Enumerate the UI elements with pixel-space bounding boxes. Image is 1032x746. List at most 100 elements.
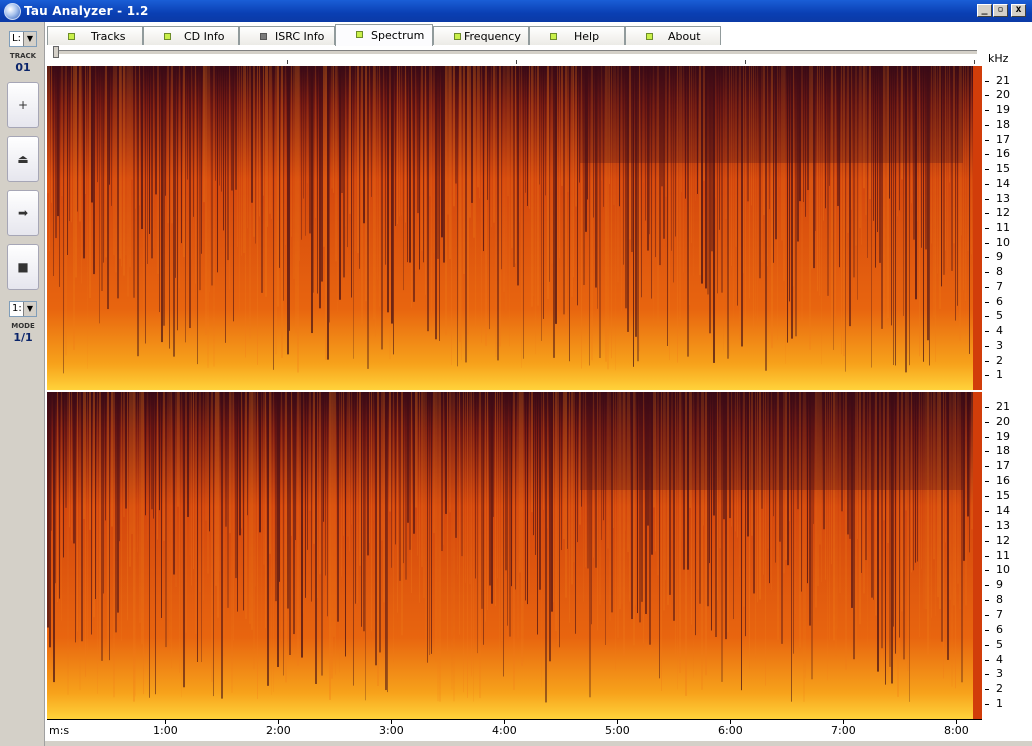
spectral-band bbox=[161, 392, 162, 618]
spectral-band bbox=[535, 392, 536, 555]
spectral-band bbox=[483, 392, 484, 645]
spectral-band bbox=[569, 66, 570, 362]
spectral-band bbox=[967, 392, 969, 517]
track-select[interactable]: L: ▼ bbox=[9, 31, 37, 47]
spectral-band bbox=[411, 392, 412, 594]
spectral-band bbox=[425, 66, 426, 295]
spectral-band bbox=[125, 66, 127, 256]
position-slider[interactable] bbox=[55, 50, 977, 55]
spectral-band bbox=[219, 392, 220, 572]
spectral-band bbox=[451, 66, 452, 366]
spectral-band bbox=[55, 66, 57, 239]
spectral-band bbox=[525, 392, 526, 601]
tab-about[interactable]: About bbox=[625, 26, 721, 45]
spectral-band bbox=[553, 392, 554, 603]
spectral-band bbox=[285, 66, 286, 246]
spectral-band bbox=[453, 392, 455, 702]
spectral-band bbox=[239, 66, 240, 311]
spectral-band bbox=[65, 392, 67, 508]
tab-help[interactable]: Help bbox=[529, 26, 625, 45]
spectral-band bbox=[187, 66, 188, 180]
spectral-band bbox=[49, 66, 50, 252]
spectral-band bbox=[265, 392, 266, 629]
spectral-band bbox=[47, 66, 49, 194]
tab-isrc-info[interactable]: ISRC Info bbox=[239, 26, 335, 45]
khz-tick bbox=[985, 555, 989, 557]
spectral-band bbox=[535, 66, 536, 355]
tab-spectrum[interactable]: Spectrum bbox=[335, 24, 433, 46]
spectral-band bbox=[85, 66, 86, 194]
spectral-band bbox=[519, 66, 520, 223]
spectral-band bbox=[199, 392, 201, 593]
spectral-band bbox=[285, 392, 287, 683]
tab-label: Help bbox=[574, 30, 600, 43]
spectral-band bbox=[301, 392, 303, 658]
spectral-band bbox=[479, 66, 480, 199]
spectral-band bbox=[355, 66, 356, 252]
window-title: Tau Analyzer - 1.2 bbox=[24, 4, 149, 18]
spectral-band bbox=[65, 66, 67, 356]
khz-tick bbox=[985, 510, 989, 512]
spectral-band bbox=[163, 66, 165, 326]
time-tick-label: 3:00 bbox=[379, 724, 404, 737]
spectral-band bbox=[231, 66, 233, 191]
khz-tick-label: 3 bbox=[996, 667, 1003, 681]
spectral-band bbox=[191, 392, 192, 586]
spectral-band bbox=[189, 392, 191, 556]
spectral-band bbox=[333, 392, 335, 637]
play-button[interactable]: ➡ bbox=[7, 190, 39, 236]
spectral-band bbox=[151, 66, 153, 259]
spectral-band bbox=[461, 392, 463, 557]
spectral-band bbox=[359, 66, 360, 269]
spectral-band bbox=[345, 392, 346, 657]
spectral-band bbox=[325, 392, 326, 576]
spectral-band bbox=[279, 392, 280, 582]
stop-button[interactable]: ■ bbox=[7, 244, 39, 290]
spectral-band bbox=[185, 66, 186, 343]
spectral-band bbox=[67, 66, 68, 255]
khz-tick-label: 6 bbox=[996, 294, 1003, 308]
spectral-band bbox=[217, 66, 218, 273]
slider-handle[interactable] bbox=[53, 46, 59, 58]
tab-frequency[interactable]: Frequency bbox=[433, 26, 529, 45]
tab-indicator-icon bbox=[646, 33, 653, 40]
spectral-band bbox=[537, 392, 538, 635]
spectral-band bbox=[527, 66, 528, 206]
spectrogram-right-channel[interactable] bbox=[47, 392, 982, 719]
spectral-band bbox=[63, 66, 64, 374]
spectral-band bbox=[147, 66, 148, 264]
spectral-band bbox=[463, 66, 465, 275]
tab-tracks[interactable]: Tracks bbox=[47, 26, 143, 45]
khz-tick bbox=[985, 124, 989, 126]
add-button[interactable]: + bbox=[7, 82, 39, 128]
spectral-band bbox=[221, 66, 222, 192]
slider-tick bbox=[745, 60, 746, 64]
spectral-band bbox=[177, 392, 179, 507]
khz-tick bbox=[985, 80, 989, 82]
spectral-band bbox=[331, 392, 333, 679]
mode-select[interactable]: 1: ▼ bbox=[9, 301, 37, 317]
spectral-band bbox=[341, 392, 342, 577]
spectrum-edge bbox=[973, 66, 982, 390]
spectral-band bbox=[227, 392, 229, 608]
eject-button[interactable]: ⏏ bbox=[7, 136, 39, 182]
spectrogram-left-channel[interactable] bbox=[47, 66, 982, 390]
spectral-band bbox=[403, 66, 404, 291]
spectral-band bbox=[59, 392, 60, 599]
khz-tick-label: 8 bbox=[996, 593, 1003, 607]
spectral-band bbox=[255, 66, 256, 244]
spectral-band bbox=[511, 66, 513, 249]
spectral-band bbox=[135, 392, 136, 697]
spectral-band bbox=[505, 66, 507, 312]
khz-tick bbox=[985, 421, 989, 423]
spectral-band bbox=[369, 66, 370, 338]
maximize-button[interactable]: ▫ bbox=[993, 4, 1008, 17]
spectral-band bbox=[77, 392, 78, 632]
tab-cd-info[interactable]: CD Info bbox=[143, 26, 239, 45]
close-button[interactable]: x bbox=[1011, 4, 1026, 17]
spectral-band bbox=[195, 392, 197, 635]
spectral-band bbox=[501, 66, 502, 270]
spectral-band bbox=[205, 66, 207, 335]
minimize-button[interactable]: _ bbox=[977, 4, 992, 17]
spectral-band bbox=[431, 392, 432, 654]
